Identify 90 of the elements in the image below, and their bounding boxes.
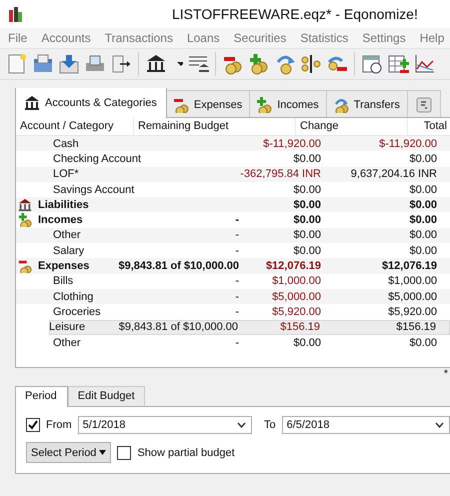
table-cell: $-11,920.00 [379,138,437,150]
table-cell: - [235,214,239,226]
table-cell: Expenses [38,260,90,272]
table-cell: - [235,229,239,242]
table-cell: $0.00 [293,229,321,242]
table-cell: Checking Account [53,152,142,165]
table-row[interactable]: Savings Account $0.00 $0.00 [16,182,450,198]
table-cell: Bills [53,275,74,288]
menu-item[interactable]: Settings [362,31,406,45]
select-period-button[interactable]: Select Period [26,442,112,464]
column-header[interactable]: Account / Category [16,118,134,135]
table-cell: $5,920.00 [388,306,437,318]
table-cell: - [235,306,239,318]
table-cell: $0.00 [293,214,321,226]
table-cell: $0.00 [293,184,321,196]
table-cell: $1,000.00 [388,275,437,288]
table-cell: Liabilities [38,198,89,211]
table-row[interactable]: Expenses $9,843.81 of $10,000.00 $12,076.19 $12,076.19 [16,258,450,274]
table-cell: Other [53,336,81,348]
table-cell: $0.00 [409,229,437,242]
table-cell: $9,843.81 of $10,000.00 [118,260,239,272]
table-cell: $12,076.19 [382,260,437,272]
tab[interactable]: Edit Budget [68,386,145,406]
table-cell: $156.19 [396,321,436,334]
table-row[interactable]: Clothing - $5,000.00 $5,000.00 [16,288,450,304]
table-cell: Cash [53,138,79,150]
table-cell: - [235,290,239,303]
table-cell: $1,000.00 [272,275,321,288]
table-cell: $0.00 [409,184,437,196]
menu-item[interactable]: Loans [186,31,220,45]
table-cell: Incomes [38,214,83,226]
table-cell: LOF* [53,168,79,180]
table-cell: Groceries [53,306,101,318]
table-cell: $5,920.00 [272,306,321,318]
table-row[interactable]: Other - $0.00 $0.00 [16,334,450,350]
window-title: LISTOFFREEWARE.eqz* - Eqonomize! [172,6,418,22]
column-header[interactable]: Change [296,118,408,135]
table-row[interactable]: LOF* -362,795.84 INR 9,637,204.16 INR [16,166,450,182]
table-cell: Leisure [49,321,86,334]
table-cell: -362,795.84 INR [240,168,321,180]
table-cell: - [235,244,239,257]
tab[interactable]: Transfers [326,90,408,118]
date-field[interactable]: 6/5/2018 [282,416,450,434]
table-cell: 9,637,204.16 INR [350,168,437,180]
table-row[interactable]: Salary - $0.00 $0.00 [16,243,450,258]
table-cell: $156.19 [280,321,320,334]
checkbox-label: From [46,419,72,432]
table-cell: $5,000.00 [388,290,437,303]
table-cell: - [235,336,239,348]
date-field[interactable]: 5/1/2018 [78,416,252,434]
table-cell: $0.00 [409,152,437,165]
table-cell: Savings Account [53,184,134,196]
table-cell: Clothing [53,290,94,303]
table-cell: $0.00 [409,214,437,226]
table-cell: $12,076.19 [266,260,321,272]
table-cell: Salary [53,244,84,257]
table-row[interactable]: Cash $-11,920.00 $-11,920.00 [16,136,450,152]
column-header[interactable]: Remaining Budget [134,118,296,135]
menu-item[interactable]: File [8,31,28,45]
table-cell: Other [53,229,81,242]
table-row[interactable]: Bills - $1,000.00 $1,000.00 [16,274,450,289]
menu-item[interactable]: Transactions [104,31,173,45]
tab[interactable]: Expenses [166,90,250,118]
table-cell: $5,000.00 [272,290,321,303]
table-row[interactable]: Liabilities $0.00 $0.00 [16,197,450,212]
table-cell: $0.00 [409,336,437,348]
table-cell: $0.00 [409,198,437,211]
menu-item[interactable]: Securities [234,31,286,45]
table-cell: $0.00 [293,152,321,165]
table-cell: $9,843.81 of $10,000.00 [118,321,238,334]
field-label: To [264,419,276,432]
tab[interactable]: Period [15,386,68,408]
table-cell: $0.00 [293,244,321,257]
tab[interactable]: Accounts & Categories [15,88,167,118]
table-cell: - [235,275,239,288]
modified-mark: * [444,368,448,382]
table-row[interactable]: Other - $0.00 $0.00 [16,228,450,244]
menu-item[interactable]: Statistics [300,31,348,45]
tab[interactable]: Incomes [249,90,327,118]
table-row[interactable]: Groceries - $5,920.00 $5,920.00 [16,304,450,320]
checkbox-label: Show partial budget [137,446,235,459]
menu-item[interactable]: Accounts [41,31,91,45]
table-cell: $0.00 [293,198,321,211]
table-cell: $0.00 [293,336,321,348]
menu-item[interactable]: Help [420,31,444,45]
selected-row[interactable]: Leisure $9,843.81 of $10,000.00 $156.19 $156.19 [49,320,450,335]
table-cell: $0.00 [409,244,437,257]
table-row[interactable]: Checking Account $0.00 $0.00 [16,151,450,167]
column-header[interactable]: Total [408,118,450,135]
table-cell: $-11,920.00 [263,138,321,150]
